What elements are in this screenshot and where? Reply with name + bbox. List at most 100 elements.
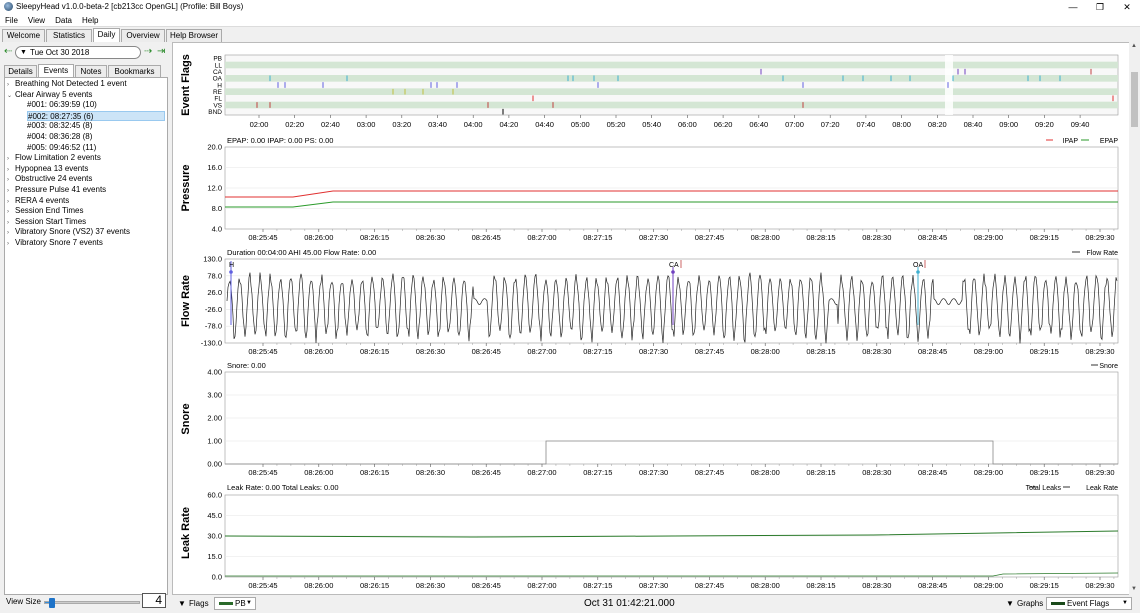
time-tick-label: 08:27:15: [583, 233, 612, 242]
collapsed-arrow-icon[interactable]: ›: [7, 207, 15, 217]
tab-daily[interactable]: Daily: [93, 28, 120, 42]
time-tick-label: 08:28:30: [862, 233, 891, 242]
tree-event-category[interactable]: › Vibratory Snore 7 events: [7, 238, 103, 248]
flags-label[interactable]: Flags: [189, 598, 209, 610]
tab-overview[interactable]: Overview: [121, 29, 165, 42]
maximize-button[interactable]: ❐: [1087, 0, 1113, 14]
time-tick-label: 08:26:00: [304, 233, 333, 242]
graph-scrollbar[interactable]: ▲ ▼: [1129, 42, 1140, 595]
flags-combo[interactable]: PB ▼: [214, 597, 256, 610]
tab-statistics[interactable]: Statistics: [46, 29, 92, 42]
collapsed-arrow-icon[interactable]: ›: [7, 186, 15, 196]
tree-event-category[interactable]: › RERA 4 events: [7, 196, 69, 206]
tree-event-category[interactable]: › Session End Times: [7, 206, 83, 216]
cursor-time: Oct 31 01:42:21.000: [584, 598, 675, 609]
flag-color-swatch: [219, 602, 233, 605]
view-size-slider[interactable]: [44, 598, 140, 608]
scroll-down-icon[interactable]: ▼: [1131, 586, 1137, 592]
tab-bookmarks[interactable]: Bookmarks: [108, 65, 161, 77]
tree-event-category[interactable]: ⌄ Clear Airway 5 events: [7, 90, 92, 100]
leak-rate-graph[interactable]: Leak Rate Leak Rate: 0.00 Total Leaks: 0…: [180, 483, 1119, 590]
view-size-control: View Size 4: [4, 593, 168, 609]
collapsed-arrow-icon[interactable]: ›: [7, 165, 15, 175]
scroll-thumb[interactable]: [1131, 72, 1138, 127]
view-size-spinbox[interactable]: 4: [142, 593, 166, 608]
latest-day-icon[interactable]: ⇥: [157, 46, 165, 58]
expanded-arrow-icon[interactable]: ⌄: [7, 91, 15, 101]
time-tick-label: 08:26:15: [360, 468, 389, 477]
graphs-label[interactable]: Graphs: [1017, 598, 1043, 610]
leak-legend-total: Total Leaks: [1026, 485, 1062, 492]
collapsed-arrow-icon[interactable]: ›: [7, 228, 15, 238]
tree-item-label: Session End Times: [15, 206, 84, 216]
pressure-graph[interactable]: Pressure EPAP: 0.00 IPAP: 0.00 PS: 0.00 …: [180, 136, 1118, 242]
slider-thumb[interactable]: [48, 598, 55, 608]
time-tick-label: 03:00: [357, 120, 376, 129]
tab-events[interactable]: Events: [38, 64, 74, 77]
collapsed-arrow-icon[interactable]: ›: [7, 218, 15, 228]
tree-event-item[interactable]: #004: 08:36:28 (8): [27, 132, 92, 142]
tree-event-category[interactable]: › Breathing Not Detected 1 event: [7, 79, 127, 89]
tree-item-label: #005: 09:46:52 (11): [27, 142, 97, 152]
time-tick-label: 06:00: [678, 120, 697, 129]
graphs-canvas[interactable]: Event Flags PBLLCAOAHREFLVSBND 02:00 02:2…: [173, 43, 1129, 594]
time-tick-label: 08:28:15: [806, 347, 835, 356]
collapsed-arrow-icon[interactable]: ›: [7, 239, 15, 249]
menu-data[interactable]: Data: [50, 14, 77, 27]
time-tick-label: 08:26:15: [360, 233, 389, 242]
tab-details[interactable]: Details: [4, 65, 37, 77]
scroll-up-icon[interactable]: ▲: [1131, 43, 1137, 49]
previous-day-arrow-icon[interactable]: ⇠: [4, 46, 12, 58]
graphs-combo[interactable]: Event Flags ▼: [1046, 597, 1132, 610]
time-tick-label: 08:28:45: [918, 347, 947, 356]
collapsed-arrow-icon[interactable]: ›: [7, 80, 15, 90]
tree-event-item[interactable]: #001: 06:39:59 (10): [27, 100, 97, 110]
tree-event-category[interactable]: › Obstructive 24 events: [7, 174, 92, 184]
tab-help-browser[interactable]: Help Browser: [166, 29, 222, 42]
time-tick-label: 08:25:45: [248, 233, 277, 242]
time-tick-label: 08:29:00: [974, 233, 1003, 242]
collapsed-arrow-icon[interactable]: ›: [7, 175, 15, 185]
time-tick-label: 08:28:00: [751, 468, 780, 477]
y-tick-label: 2.00: [207, 414, 222, 423]
graphs-dropdown-icon[interactable]: ▼: [1006, 598, 1014, 610]
tab-welcome[interactable]: Welcome: [2, 29, 45, 42]
minimize-button[interactable]: —: [1060, 0, 1086, 14]
leak-legend-rate: Leak Rate: [1086, 485, 1118, 492]
chevron-down-icon[interactable]: ▼: [20, 47, 27, 58]
time-tick-label: 08:20: [928, 120, 947, 129]
tree-event-item[interactable]: #003: 08:32:45 (8): [27, 121, 92, 131]
tree-event-item[interactable]: #002: 08:27:35 (6): [27, 110, 165, 121]
flags-dropdown-icon[interactable]: ▼: [178, 598, 186, 610]
flow-rate-graph[interactable]: Flow Rate Duration 00:04:00 AHI 45.00 Fl…: [180, 248, 1119, 356]
date-picker[interactable]: ▼ Tue Oct 30 2018: [15, 46, 141, 59]
tree-event-category[interactable]: › Hypopnea 13 events: [7, 164, 88, 174]
date-value: Tue Oct 30 2018: [30, 48, 90, 57]
time-tick-label: 08:26:00: [304, 581, 333, 590]
time-tick-label: 08:28:00: [751, 581, 780, 590]
collapsed-arrow-icon[interactable]: ›: [7, 197, 15, 207]
tree-event-item[interactable]: #005: 09:46:52 (11): [27, 143, 96, 153]
time-tick-label: 08:26:45: [472, 581, 501, 590]
viewport-highlight: [945, 55, 953, 115]
date-navigator: ⇠ ▼ Tue Oct 30 2018 ⇢ ⇥: [0, 44, 170, 60]
collapsed-arrow-icon[interactable]: ›: [7, 154, 15, 164]
menu-view[interactable]: View: [23, 14, 50, 27]
close-button[interactable]: ✕: [1114, 0, 1140, 14]
time-tick-label: 08:27:00: [527, 581, 556, 590]
time-tick-label: 08:29:15: [1030, 233, 1059, 242]
time-tick-label: 08:28:30: [862, 468, 891, 477]
next-day-arrow-icon[interactable]: ⇢: [144, 46, 152, 58]
tree-event-category[interactable]: › Session Start Times: [7, 217, 86, 227]
event-flags-graph[interactable]: Event Flags PBLLCAOAHREFLVSBND 02:00 02:2…: [180, 54, 1119, 129]
tree-event-category[interactable]: › Flow Limitation 2 events: [7, 153, 101, 163]
tree-event-category[interactable]: › Vibratory Snore (VS2) 37 events: [7, 227, 130, 237]
y-tick-label: -78.0: [205, 322, 222, 331]
snore-graph[interactable]: Snore Snore: 0.00 Snore 4.00 3.00 2.00 1.00…: [180, 361, 1119, 477]
tree-event-category[interactable]: › Pressure Pulse 41 events: [7, 185, 106, 195]
time-tick-label: 07:20: [821, 120, 840, 129]
tab-notes[interactable]: Notes: [75, 65, 107, 77]
menu-help[interactable]: Help: [77, 14, 103, 27]
menu-bar: File View Data Help: [0, 14, 1140, 27]
menu-file[interactable]: File: [0, 14, 23, 27]
